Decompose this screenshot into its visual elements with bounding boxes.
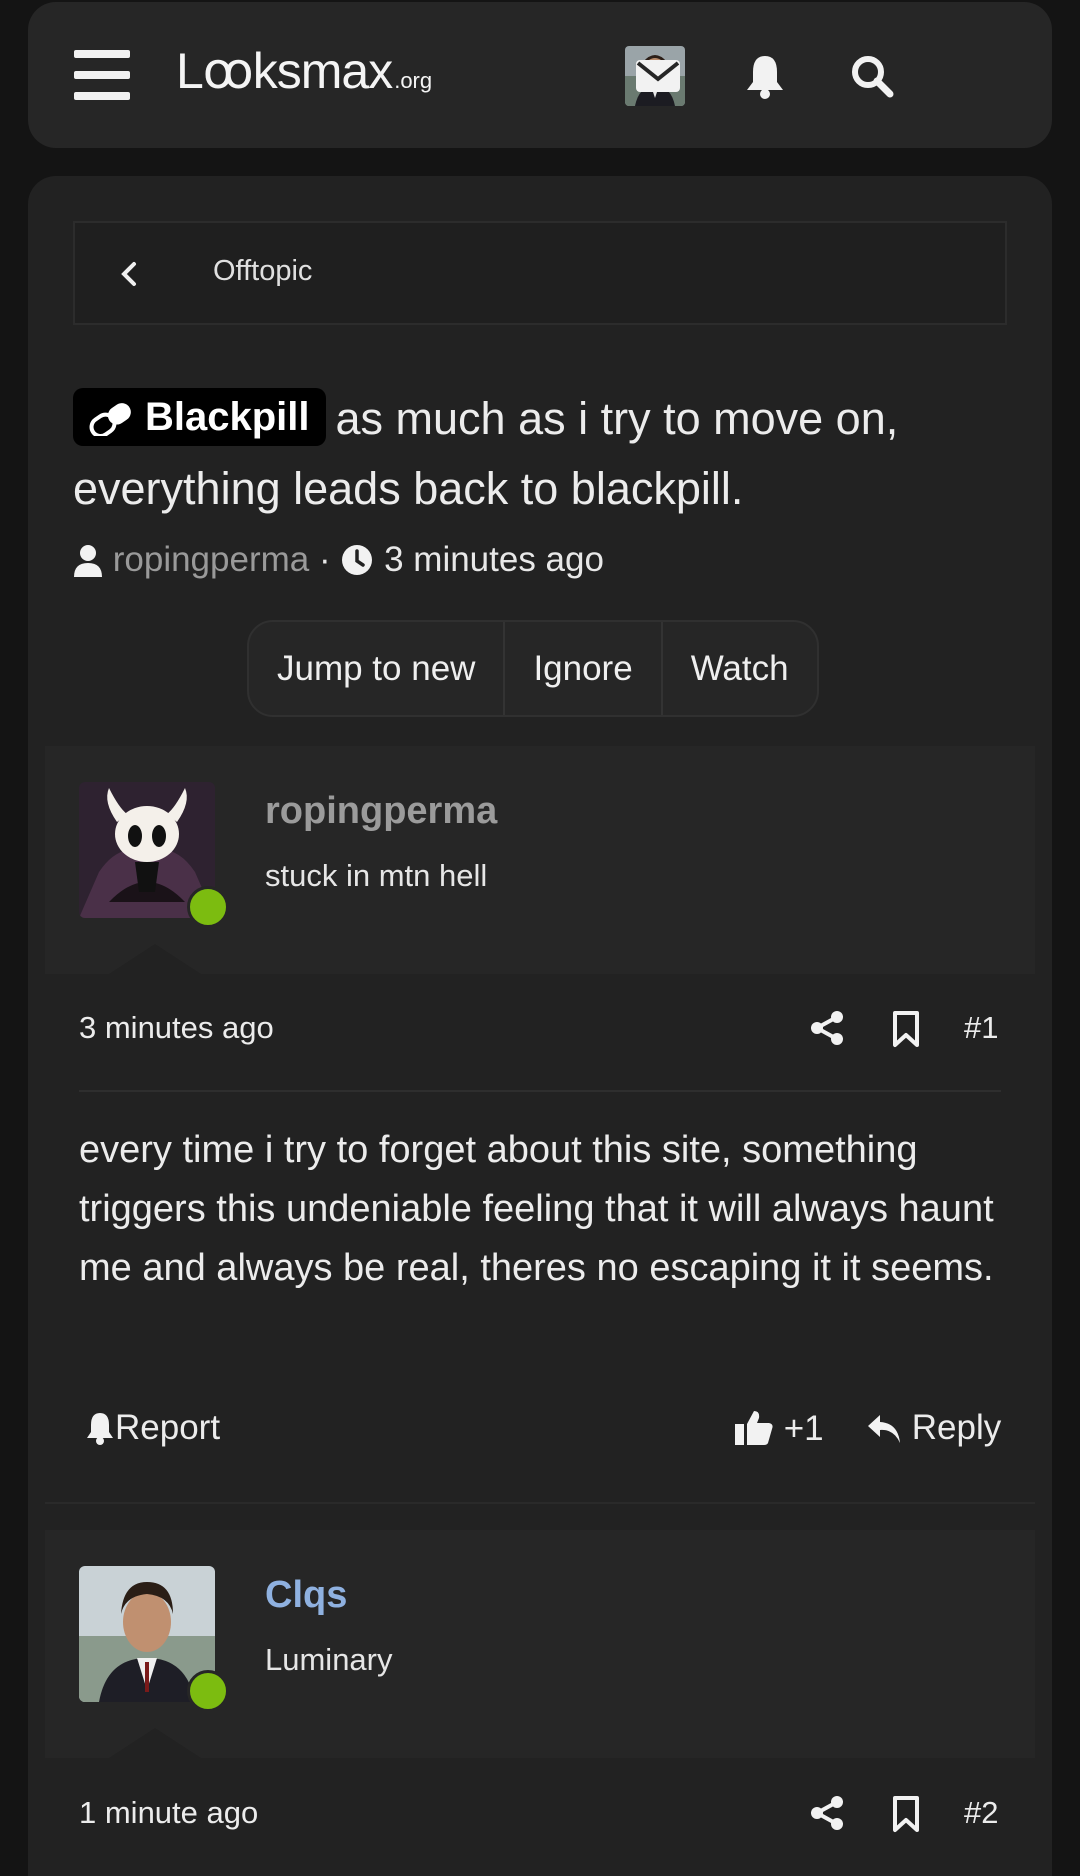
pill-icon — [89, 403, 131, 439]
logo-text: Lꝏksmax — [176, 43, 393, 99]
post-time[interactable]: 3 minutes ago — [79, 1010, 274, 1046]
bell-icon — [87, 1413, 113, 1445]
share-icon[interactable] — [809, 1795, 845, 1831]
post-1-user-header: ropingperma stuck in mtn hell — [45, 746, 1035, 974]
reaction-count: +1 — [783, 1409, 824, 1448]
user-title: stuck in mtn hell — [265, 858, 488, 893]
thread-container: Offtopic Blackpill as much as i try to mo… — [28, 176, 1052, 1876]
post-separator — [45, 1502, 1035, 1504]
reply-label: Reply — [911, 1408, 1002, 1447]
thread-prefix-label: Blackpill — [145, 395, 310, 439]
post-1-actions: Report +1 Reply — [79, 1408, 1001, 1468]
post-time[interactable]: 1 minute ago — [79, 1795, 258, 1831]
ignore-button[interactable]: Ignore — [505, 622, 663, 715]
post-1-meta: 3 minutes ago #1 — [79, 1000, 1001, 1060]
menu-icon[interactable] — [74, 50, 130, 100]
search-icon[interactable] — [844, 50, 900, 102]
chevron-left-icon — [121, 262, 136, 286]
reply-button[interactable]: Reply — [866, 1408, 1001, 1448]
post-1-body: every time i try to forget about this si… — [79, 1129, 994, 1289]
bell-icon[interactable] — [737, 50, 793, 102]
user-icon — [74, 545, 102, 577]
online-status-icon — [187, 886, 229, 928]
post-number[interactable]: #1 — [964, 1010, 998, 1046]
thread-prefix-badge[interactable]: Blackpill — [73, 388, 326, 446]
post-1-divider — [79, 1090, 1001, 1092]
thread-action-buttons: Jump to new Ignore Watch — [247, 620, 819, 717]
post-username[interactable]: Clqs — [265, 1574, 347, 1617]
logo-suffix: .org — [394, 68, 433, 93]
share-icon[interactable] — [809, 1010, 845, 1046]
post-2-user-header: Clqs Luminary — [45, 1530, 1035, 1758]
like-button[interactable]: +1 — [734, 1408, 824, 1449]
bookmark-icon[interactable] — [891, 1010, 921, 1048]
thread-meta: ropingperma · 3 minutes ago — [73, 540, 604, 580]
jump-to-new-button[interactable]: Jump to new — [249, 622, 506, 715]
post-arrow — [109, 944, 201, 974]
breadcrumb-label: Offtopic — [213, 255, 313, 287]
thumbs-up-icon — [735, 1411, 773, 1445]
reply-icon — [868, 1415, 900, 1443]
top-navbar: Lꝏksmax.org — [28, 2, 1052, 148]
thread-title: Blackpill as much as i try to move on, ev… — [73, 384, 1013, 524]
watch-button[interactable]: Watch — [663, 622, 817, 715]
mail-icon[interactable] — [630, 50, 686, 102]
post-number[interactable]: #2 — [964, 1795, 998, 1831]
thread-author[interactable]: ropingperma — [113, 540, 310, 579]
post-arrow — [109, 1728, 201, 1758]
breadcrumb[interactable]: Offtopic — [73, 221, 1007, 325]
clock-icon — [342, 545, 373, 575]
site-logo[interactable]: Lꝏksmax.org — [176, 42, 432, 100]
online-status-icon — [187, 1670, 229, 1712]
report-button[interactable]: Report — [85, 1408, 220, 1448]
thread-time[interactable]: 3 minutes ago — [384, 540, 604, 579]
post-username[interactable]: ropingperma — [265, 790, 497, 833]
bookmark-icon[interactable] — [891, 1795, 921, 1833]
report-label: Report — [115, 1408, 221, 1447]
meta-separator: · — [318, 540, 331, 579]
post-2-meta: 1 minute ago #2 — [79, 1785, 1001, 1845]
user-title: Luminary — [265, 1642, 393, 1677]
